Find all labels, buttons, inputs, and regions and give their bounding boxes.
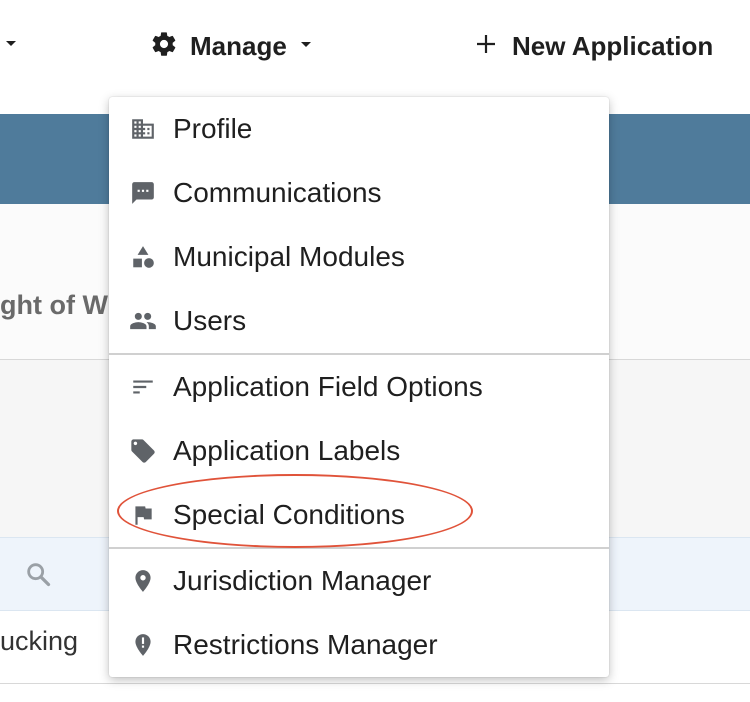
users-icon bbox=[129, 307, 157, 335]
new-application-label: New Application bbox=[512, 30, 714, 61]
manage-menu-button[interactable]: Manage bbox=[150, 26, 313, 66]
shapes-icon bbox=[129, 243, 157, 271]
menu-item-label: Profile bbox=[173, 113, 253, 144]
sort-lines-icon bbox=[129, 373, 157, 401]
menu-item-profile[interactable]: Profile bbox=[109, 97, 609, 161]
menu-item-label: Jurisdiction Manager bbox=[173, 565, 432, 596]
menu-item-label: Application Field Options bbox=[173, 371, 483, 402]
menu-item-communications[interactable]: Communications bbox=[109, 161, 609, 225]
menu-item-application-field-options[interactable]: Application Field Options bbox=[109, 355, 609, 419]
table-row[interactable]: ucking bbox=[0, 626, 78, 657]
menu-item-application-labels[interactable]: Application Labels bbox=[109, 419, 609, 483]
search-icon bbox=[24, 560, 52, 593]
top-navigation: Manage New Application bbox=[0, 0, 750, 92]
manage-dropdown-menu: Profile Communications Municipal Modules… bbox=[109, 97, 609, 677]
message-icon bbox=[129, 179, 157, 207]
divider bbox=[0, 683, 750, 684]
menu-item-users[interactable]: Users bbox=[109, 289, 609, 353]
gear-icon bbox=[150, 30, 178, 63]
manage-label: Manage bbox=[190, 30, 287, 61]
menu-item-label: Communications bbox=[173, 177, 382, 208]
search-input[interactable] bbox=[64, 553, 108, 595]
menu-item-label: Application Labels bbox=[173, 435, 401, 466]
building-icon bbox=[129, 115, 157, 143]
new-application-button[interactable]: New Application bbox=[474, 26, 713, 66]
menu-item-municipal-modules[interactable]: Municipal Modules bbox=[109, 225, 609, 289]
menu-item-jurisdiction-manager[interactable]: Jurisdiction Manager bbox=[109, 549, 609, 613]
menu-item-restrictions-manager[interactable]: Restrictions Manager bbox=[109, 613, 609, 677]
plus-icon bbox=[474, 32, 498, 61]
menu-item-label: Municipal Modules bbox=[173, 241, 405, 272]
menu-item-label: Special Conditions bbox=[173, 499, 405, 530]
flag-icon bbox=[129, 501, 157, 529]
menu-item-special-conditions[interactable]: Special Conditions bbox=[109, 483, 609, 547]
chevron-down-icon bbox=[299, 37, 313, 55]
menu-item-label: Users bbox=[173, 305, 247, 336]
location-pin-icon bbox=[129, 567, 157, 595]
chevron-down-icon[interactable] bbox=[4, 36, 18, 54]
menu-item-label: Restrictions Manager bbox=[173, 629, 438, 660]
alert-pin-icon bbox=[129, 631, 157, 659]
tag-icon bbox=[129, 437, 157, 465]
page-title: ght of W bbox=[0, 290, 108, 320]
